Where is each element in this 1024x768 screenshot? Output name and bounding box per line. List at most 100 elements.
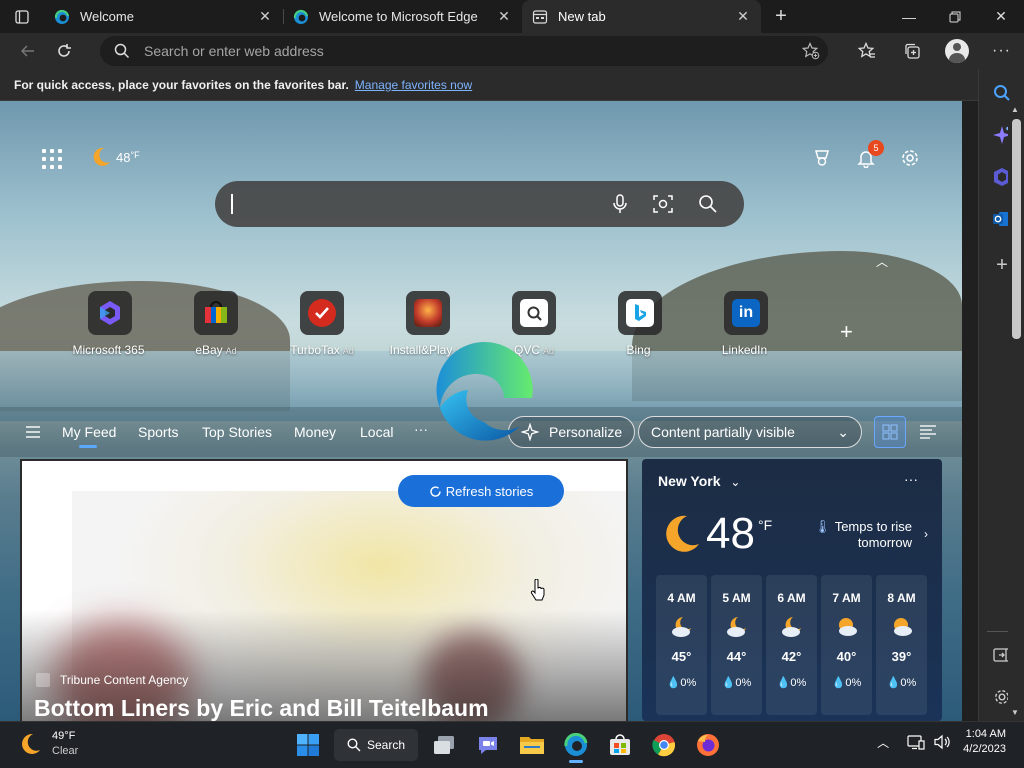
voice-search-button[interactable] [608, 192, 632, 216]
feed-menu-button[interactable] [26, 425, 40, 443]
back-button[interactable] [10, 33, 46, 69]
start-button[interactable] [286, 727, 330, 763]
taskbar-search-button[interactable]: Search [334, 729, 418, 761]
quick-link-ebay[interactable]: eBay Ad [163, 291, 269, 357]
partly-cloudy-night-icon [726, 617, 746, 637]
address-bar[interactable]: Search or enter web address [100, 36, 828, 66]
collapse-quicklinks-icon[interactable]: ︿ [876, 253, 888, 270]
quick-link-turbotax[interactable]: TurboTax Ad [269, 291, 375, 357]
list-icon [920, 425, 936, 439]
chevron-right-icon[interactable]: › [924, 527, 928, 541]
volume-icon[interactable] [933, 734, 951, 750]
add-favorite-icon[interactable] [802, 42, 820, 60]
feed-tab-top-stories[interactable]: Top Stories [202, 424, 272, 440]
tab-new-tab[interactable]: New tab ✕ [522, 0, 761, 33]
tab-welcome[interactable]: Welcome ✕ [44, 0, 283, 33]
weather-more-button[interactable]: ··· [904, 471, 918, 487]
taskbar-weather-widget[interactable]: 49°F Clear [18, 729, 78, 759]
list-layout-button[interactable] [912, 416, 944, 448]
weather-forecast-message[interactable]: 🌡 Temps to rise tomorrow [802, 519, 912, 551]
search-submit-button[interactable] [696, 192, 720, 216]
hour-temp: 45° [671, 649, 692, 664]
quick-link-bing[interactable]: Bing [587, 291, 693, 357]
new-tab-button[interactable]: + [761, 0, 801, 33]
weather-unit: °F [758, 517, 773, 533]
content-visibility-dropdown[interactable]: Content partially visible ⌄ [638, 416, 862, 448]
firefox-button[interactable] [686, 727, 730, 763]
feed-tab-money[interactable]: Money [294, 424, 336, 440]
add-quick-link-button[interactable]: + [840, 319, 853, 345]
moon-icon [666, 515, 699, 552]
weather-card[interactable]: New York ⌄ ··· 48 °F 🌡 Temps to rise tomo… [642, 459, 942, 721]
quick-link-linkedin[interactable]: in LinkedIn [693, 291, 799, 357]
edge-taskbar-button[interactable] [554, 727, 598, 763]
hour-precip-value: 0% [790, 677, 807, 689]
chrome-button[interactable] [642, 727, 686, 763]
close-tab-icon[interactable]: ✕ [735, 8, 751, 25]
favorites-button[interactable] [844, 33, 889, 69]
firefox-icon [697, 734, 719, 756]
close-tab-icon[interactable]: ✕ [257, 8, 273, 25]
refresh-stories-button[interactable]: Refresh stories [398, 475, 564, 507]
hourly-item[interactable]: 7 AM 40° 💧0% [821, 575, 872, 715]
rewards-button[interactable] [810, 146, 834, 170]
quick-link-tile [194, 291, 238, 335]
feed-tab-sports[interactable]: Sports [138, 424, 178, 440]
search-icon [347, 738, 361, 752]
search-icon [114, 43, 130, 59]
manage-favorites-link[interactable]: Manage favorites now [355, 78, 472, 92]
tab-welcome-edge[interactable]: Welcome to Microsoft Edge ✕ [283, 0, 522, 33]
visual-search-button[interactable] [651, 192, 675, 216]
collections-button[interactable] [889, 33, 934, 69]
scroll-up-icon[interactable]: ▲ [1011, 105, 1019, 114]
checkmark-icon [308, 299, 336, 327]
notifications-button[interactable]: 5 [854, 140, 884, 170]
hourly-forecast: 4 AM 45° 💧0% 5 AM 44° 💧0% 6 AM 42° 💧0% 7… [656, 575, 927, 715]
quick-link-microsoft-365[interactable]: Microsoft 365 [57, 291, 163, 357]
feed-more-button[interactable]: ··· [414, 421, 428, 437]
weather-location[interactable]: New York ⌄ [658, 473, 740, 489]
tab-actions-button[interactable] [0, 0, 44, 33]
title-bar: Welcome ✕ Welcome to Microsoft Edge ✕ Ne… [0, 0, 1024, 33]
new-tab-page-icon [532, 9, 548, 24]
teams-chat-button[interactable] [466, 727, 510, 763]
close-window-button[interactable]: ✕ [978, 0, 1024, 33]
taskbar-clock[interactable]: 1:04 AM 4/2/2023 [963, 727, 1006, 757]
hourly-item[interactable]: 4 AM 45° 💧0% [656, 575, 707, 715]
profile-button[interactable] [934, 33, 979, 69]
page-settings-button[interactable] [898, 146, 922, 170]
page-scrollbar[interactable]: ▲ ▼ [1008, 101, 1024, 721]
network-icon[interactable] [907, 734, 925, 750]
chevron-up-icon[interactable]: ︿ [877, 734, 889, 751]
feed-tab-my-feed[interactable]: My Feed [62, 424, 116, 448]
refresh-button[interactable] [46, 33, 82, 69]
web-search-box[interactable] [215, 181, 744, 227]
app-launcher-icon[interactable] [42, 149, 62, 169]
ntp-weather-widget[interactable]: 48 °F [90, 146, 140, 168]
window-controls: — ✕ [886, 0, 1024, 33]
file-explorer-button[interactable] [510, 727, 554, 763]
task-view-button[interactable] [422, 727, 466, 763]
settings-and-more-button[interactable]: ··· [979, 33, 1024, 69]
hour-time: 5 AM [722, 591, 751, 605]
microsoft-store-button[interactable] [598, 727, 642, 763]
task-view-icon [434, 736, 454, 754]
hour-temp: 44° [726, 649, 747, 664]
microsoft-365-icon [100, 301, 120, 325]
close-icon: ✕ [995, 8, 1007, 24]
hourly-item[interactable]: 6 AM 42° 💧0% [766, 575, 817, 715]
scrollbar-thumb[interactable] [1012, 119, 1021, 339]
hourly-item[interactable]: 5 AM 44° 💧0% [711, 575, 762, 715]
close-tab-icon[interactable]: ✕ [496, 8, 512, 25]
story-headline[interactable]: Bottom Liners by Eric and Bill Teitelbau… [34, 695, 489, 721]
search-icon [699, 195, 717, 213]
restore-button[interactable] [932, 0, 978, 33]
feed-tab-local[interactable]: Local [360, 424, 393, 440]
hourly-item[interactable]: 8 AM 39° 💧0% [876, 575, 927, 715]
address-placeholder: Search or enter web address [144, 43, 324, 59]
edge-icon [564, 733, 588, 756]
grid-layout-button[interactable] [874, 416, 906, 448]
minimize-button[interactable]: — [886, 0, 932, 33]
scroll-down-icon[interactable]: ▼ [1011, 708, 1019, 717]
search-icon [994, 85, 1010, 101]
